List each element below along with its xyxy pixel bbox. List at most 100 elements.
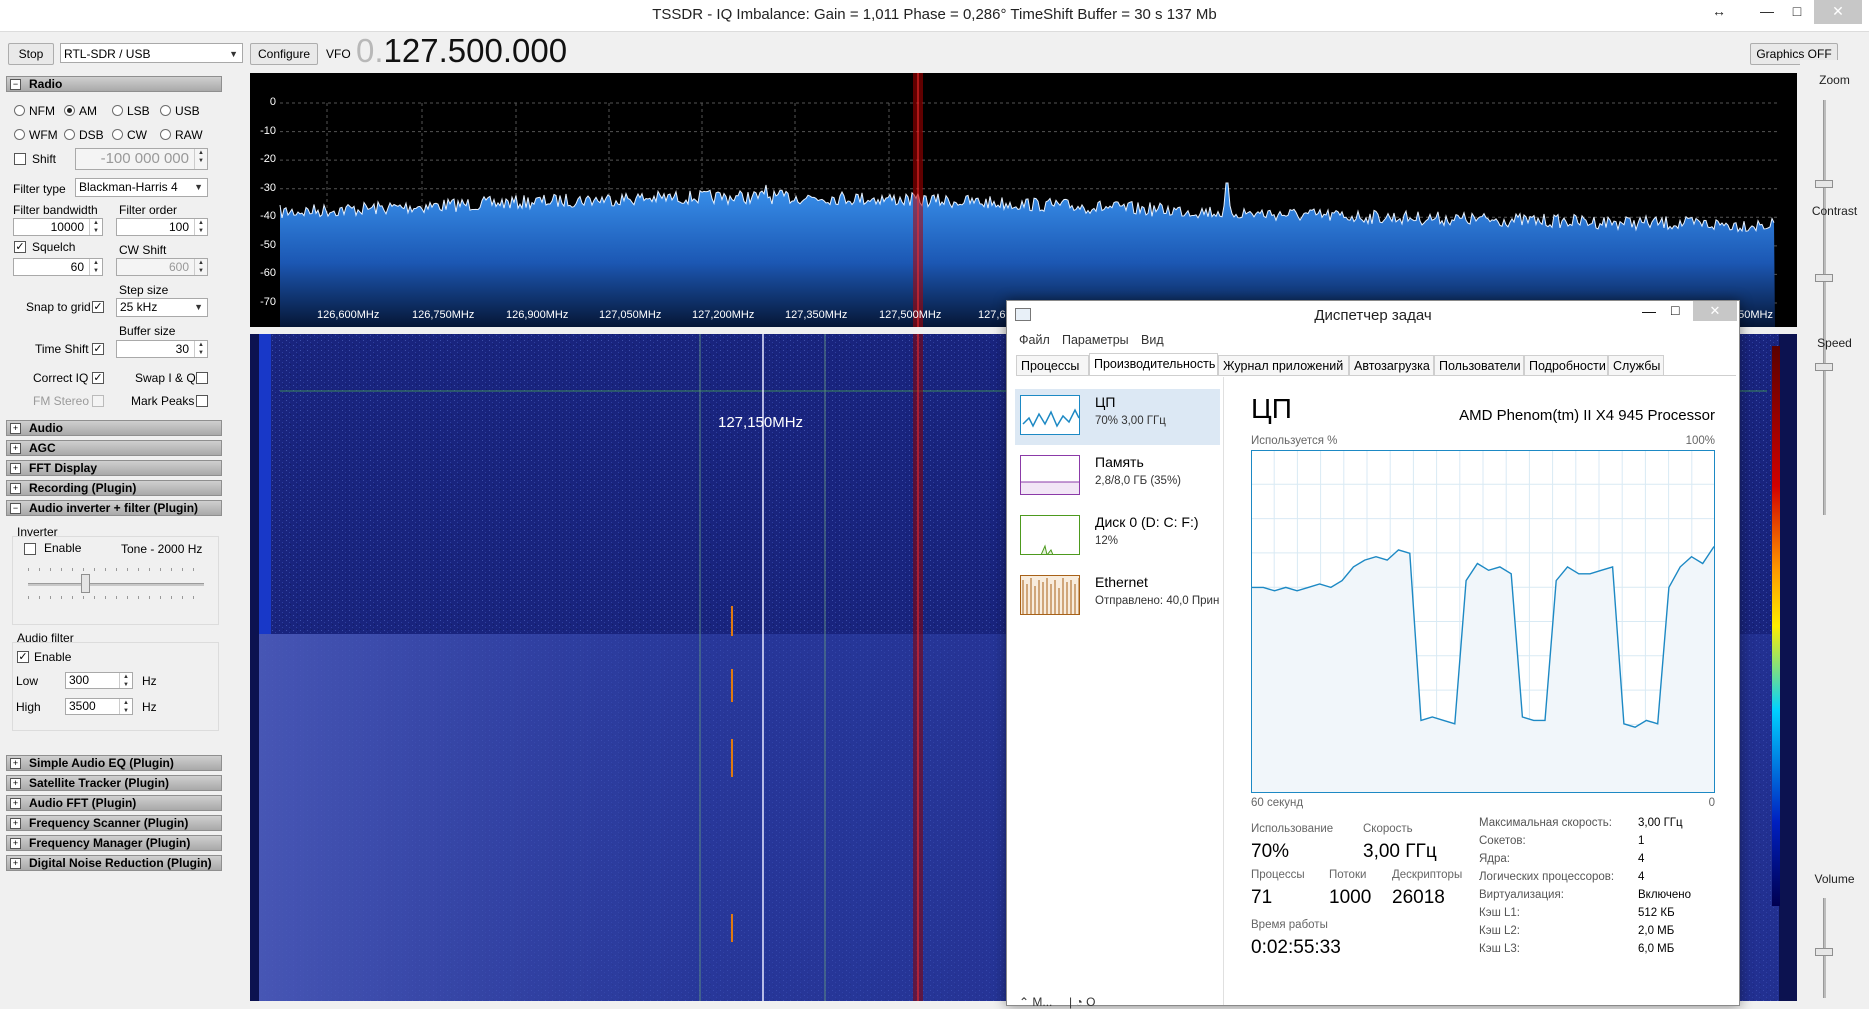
section-frequency-scanner[interactable]: + Frequency Scanner (Plugin): [6, 815, 222, 831]
filter-enable-checkbox[interactable]: ✓: [17, 651, 29, 663]
mode-radio-wfm[interactable]: [14, 129, 25, 140]
tab-startup[interactable]: Автозагрузка: [1349, 355, 1434, 375]
section-label: Audio FFT (Plugin): [29, 796, 137, 810]
tab-performance[interactable]: Производительность: [1089, 353, 1218, 375]
section-frequency-manager[interactable]: + Frequency Manager (Plugin): [6, 835, 222, 851]
filter-order-input[interactable]: 100 ▲ ▼: [116, 218, 208, 236]
section-agc[interactable]: + AGC: [6, 440, 222, 456]
task-manager-title: Диспетчер задач: [1314, 307, 1432, 324]
mode-radio-nfm[interactable]: [14, 105, 25, 116]
section-fft-display[interactable]: + FFT Display: [6, 460, 222, 476]
tab-services[interactable]: Службы: [1608, 355, 1664, 375]
section-audio-inverter[interactable]: − Audio inverter + filter (Plugin): [6, 500, 222, 516]
mode-radio-lsb[interactable]: [112, 105, 123, 116]
filter-type-value: Blackman-Harris 4: [79, 180, 178, 194]
tab-details[interactable]: Подробности: [1524, 355, 1608, 375]
perf-item-cpu[interactable]: ЦП 70% 3,00 ГГц: [1015, 389, 1220, 445]
minimize-icon[interactable]: —: [1642, 303, 1656, 319]
minimize-button[interactable]: —: [1750, 0, 1784, 24]
close-button[interactable]: ✕: [1814, 0, 1862, 24]
y-tick-label: -30: [260, 181, 276, 194]
restore-size-icon[interactable]: ↔: [1702, 0, 1736, 24]
stop-button[interactable]: Stop: [8, 43, 54, 65]
zoom-slider-track[interactable]: [1823, 100, 1826, 245]
cw-shift-input[interactable]: 600 ▲ ▼: [116, 258, 208, 276]
zoom-slider-thumb[interactable]: [1815, 180, 1833, 188]
contrast-slider-thumb[interactable]: [1815, 274, 1833, 282]
correct-iq-checkbox[interactable]: ✓: [92, 372, 104, 384]
mode-radio-cw[interactable]: [112, 129, 123, 140]
low-input[interactable]: 300 ▲ ▼: [65, 672, 133, 689]
squelch-checkbox[interactable]: ✓: [14, 241, 26, 253]
spinner-icon[interactable]: ▲ ▼: [119, 673, 132, 688]
squelch-input[interactable]: 60 ▲ ▼: [13, 258, 103, 276]
detail-value: 1: [1638, 835, 1645, 847]
perf-item-disk[interactable]: Диск 0 (D: C: F:) 12%: [1015, 509, 1220, 565]
tab-app-history[interactable]: Журнал приложений: [1218, 355, 1349, 375]
shift-checkbox[interactable]: [14, 153, 26, 165]
vfo-display[interactable]: 0.127.500.000: [356, 32, 567, 70]
section-recording[interactable]: + Recording (Plugin): [6, 480, 222, 496]
spinner-icon[interactable]: ▲ ▼: [89, 259, 102, 275]
section-radio[interactable]: − Radio: [6, 76, 222, 92]
spinner-icon[interactable]: ▲ ▼: [194, 341, 207, 357]
perf-item-sub: 70% 3,00 ГГц: [1095, 415, 1166, 427]
section-audio-fft[interactable]: + Audio FFT (Plugin): [6, 795, 222, 811]
spinner-icon[interactable]: ▲ ▼: [89, 219, 102, 235]
menu-file[interactable]: Файл: [1019, 333, 1050, 347]
snap-to-grid-label: Snap to grid: [26, 300, 91, 314]
spinner-icon[interactable]: ▲ ▼: [194, 259, 207, 275]
mode-radio-usb[interactable]: [160, 105, 171, 116]
buffer-size-input[interactable]: 30 ▲ ▼: [116, 340, 208, 358]
time-shift-checkbox[interactable]: ✓: [92, 343, 104, 355]
spinner-icon[interactable]: ▲ ▼: [119, 699, 132, 714]
device-value: RTL-SDR / USB: [64, 47, 151, 61]
fm-stereo-checkbox[interactable]: [92, 395, 104, 407]
x-tick-label: 126,750MHz: [412, 309, 475, 321]
section-simple-audio-eq[interactable]: + Simple Audio EQ (Plugin): [6, 755, 222, 771]
perf-item-ethernet[interactable]: Ethernet Отправлено: 40,0 Прин: [1015, 569, 1220, 625]
speed-slider-thumb[interactable]: [1815, 363, 1833, 371]
tab-users[interactable]: Пользователи: [1434, 355, 1524, 375]
volume-slider-thumb[interactable]: [1815, 948, 1833, 956]
perf-item-memory[interactable]: Память 2,8/8,0 ГБ (35%): [1015, 449, 1220, 505]
filter-bandwidth-input[interactable]: 10000 ▲ ▼: [13, 218, 103, 236]
time-axis-right: 0: [1708, 797, 1715, 809]
speed-slider-track[interactable]: [1823, 360, 1826, 515]
section-label: Frequency Manager (Plugin): [29, 836, 191, 850]
configure-button[interactable]: Configure: [250, 43, 318, 65]
fewer-details-link[interactable]: ⌃ M... | ◔ O: [1019, 995, 1095, 1009]
section-satellite-tracker[interactable]: + Satellite Tracker (Plugin): [6, 775, 222, 791]
y-tick-label: -50: [260, 238, 276, 251]
spinner-icon[interactable]: ▲ ▼: [194, 149, 207, 169]
swap-iq-checkbox[interactable]: [196, 372, 208, 384]
shift-input[interactable]: -100 000 000 ▲ ▼: [75, 148, 208, 170]
detail-key: Сокетов:: [1479, 835, 1526, 847]
section-audio[interactable]: + Audio: [6, 420, 222, 436]
tone-slider-thumb[interactable]: [81, 574, 90, 593]
close-icon[interactable]: ✕: [1693, 301, 1737, 321]
high-input[interactable]: 3500 ▲ ▼: [65, 698, 133, 715]
spectrum-analyzer[interactable]: 0 -10 -20 -30 -40 -50 -60 -70 126,600MHz 126,750M…: [250, 73, 1797, 327]
mark-peaks-checkbox[interactable]: [196, 395, 208, 407]
maximize-icon[interactable]: □: [1671, 302, 1679, 318]
device-select[interactable]: RTL-SDR / USB ▼: [60, 43, 243, 63]
snap-to-grid-checkbox[interactable]: ✓: [92, 301, 104, 313]
menu-view[interactable]: Вид: [1141, 333, 1164, 347]
maximize-button[interactable]: □: [1780, 0, 1814, 24]
section-digital-noise-reduction[interactable]: + Digital Noise Reduction (Plugin): [6, 855, 222, 871]
x-tick-label: 126,600MHz: [317, 309, 380, 321]
step-size-select[interactable]: 25 kHz ▼: [116, 298, 208, 317]
mode-label: WFM: [29, 128, 58, 142]
spinner-icon[interactable]: ▲ ▼: [194, 219, 207, 235]
tone-slider-track[interactable]: [28, 583, 204, 586]
mode-radio-raw[interactable]: [160, 129, 171, 140]
tab-processes[interactable]: Процессы: [1016, 355, 1089, 375]
filter-type-select[interactable]: Blackman-Harris 4 ▼: [75, 178, 208, 197]
cpu-heading: ЦП: [1251, 393, 1292, 424]
perf-item-name: ЦП: [1095, 394, 1116, 410]
mode-radio-am[interactable]: [64, 105, 75, 116]
mode-radio-dsb[interactable]: [64, 129, 75, 140]
inverter-enable-checkbox[interactable]: [24, 543, 36, 555]
menu-options[interactable]: Параметры: [1062, 333, 1129, 347]
